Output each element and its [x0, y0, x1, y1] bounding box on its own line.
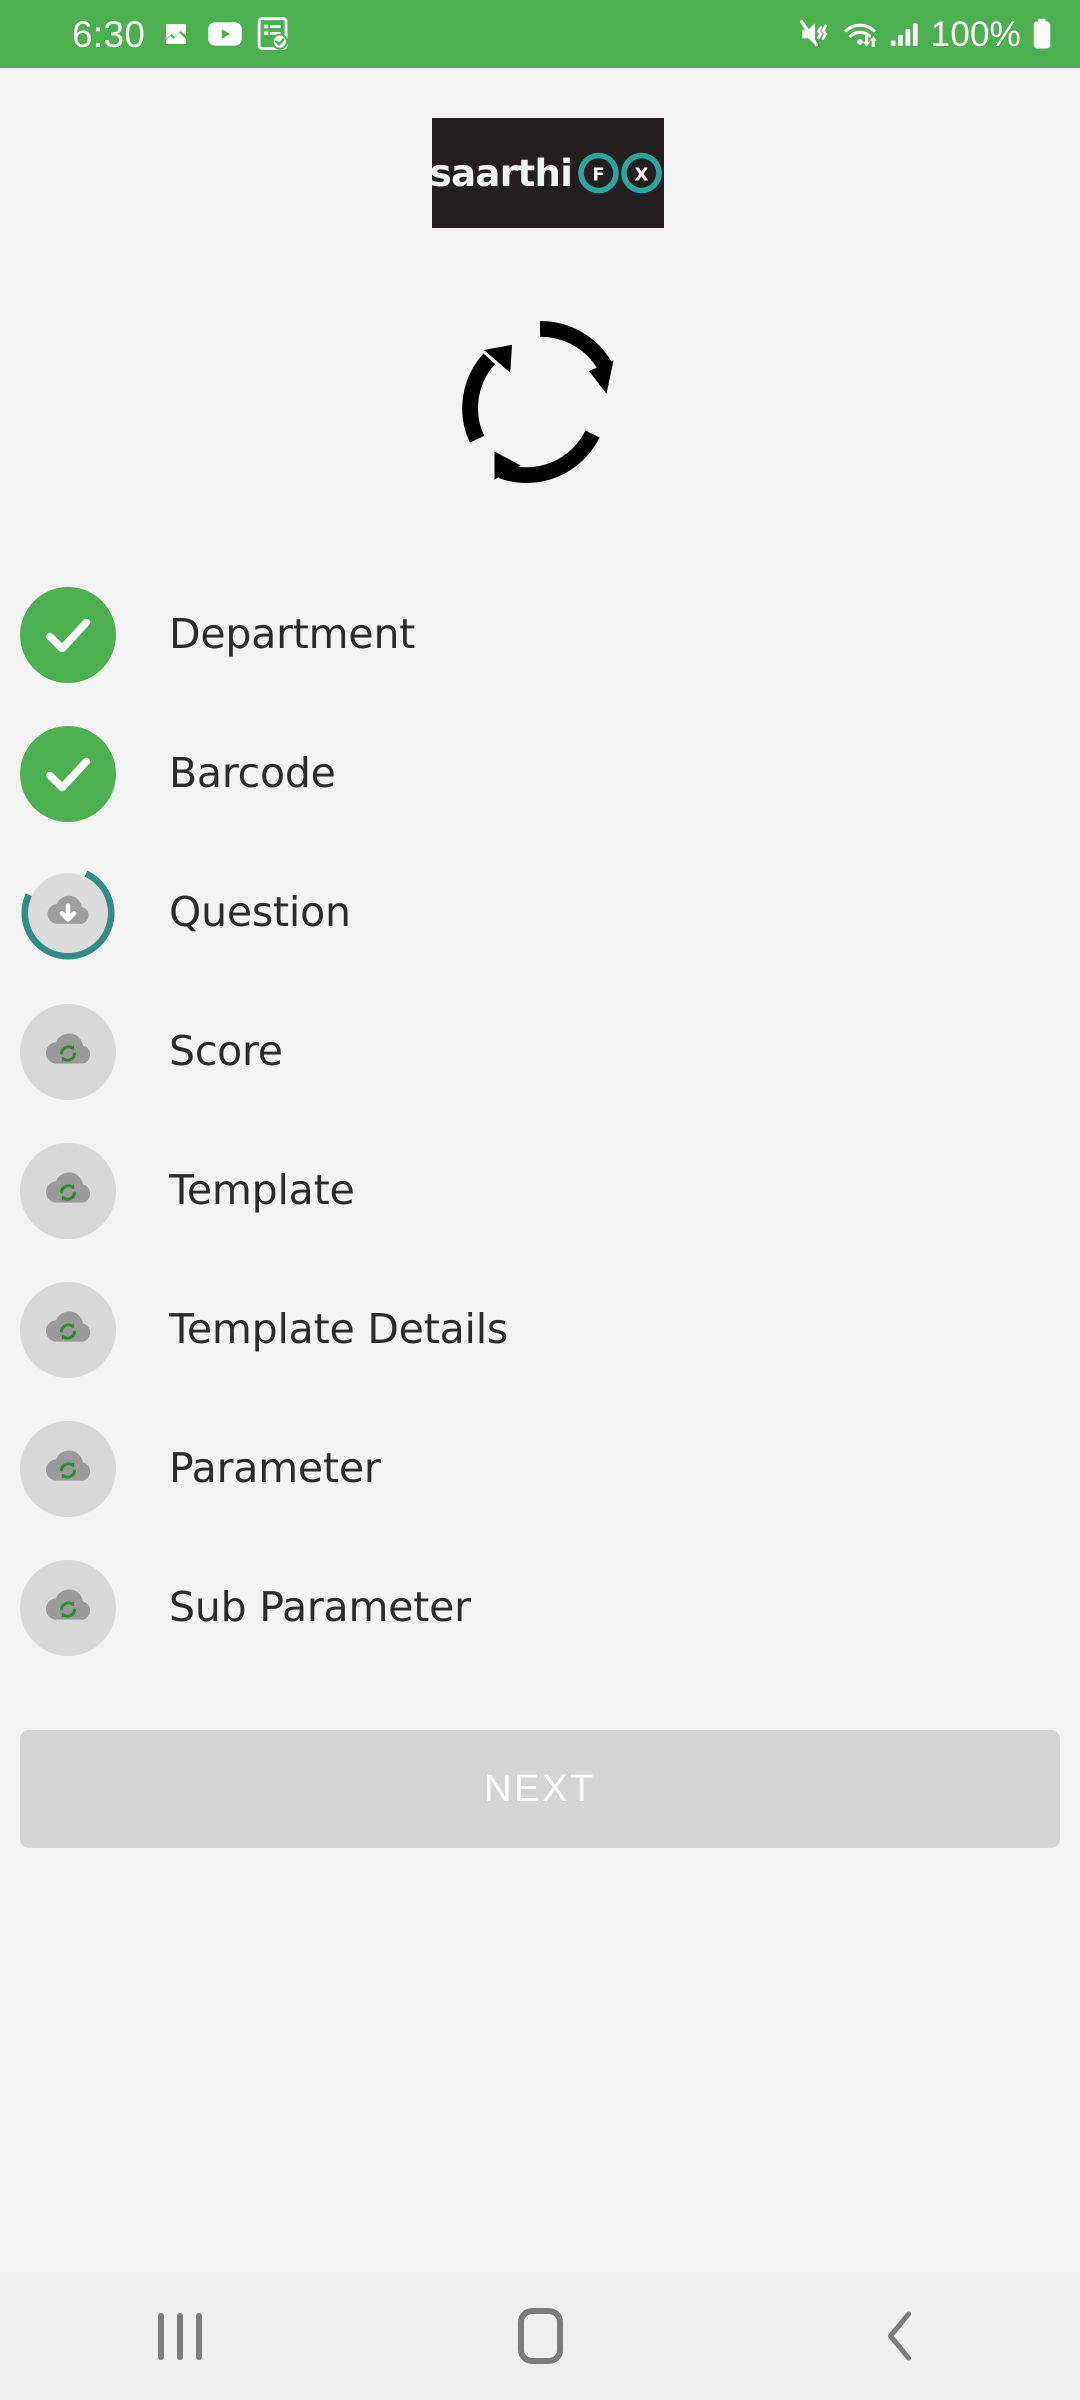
status-bar-right: 100%: [798, 17, 1054, 52]
list-item-label: Template Details: [169, 1305, 509, 1353]
svg-text:F: F: [593, 165, 605, 186]
cloud-sync-icon: [45, 1032, 91, 1064]
app-root: 6:30 100% saarthi F X Department Barcode…: [0, 0, 1080, 2400]
app-logo: saarthi F X: [430, 118, 667, 228]
gallery-icon: [163, 21, 189, 47]
list-item[interactable]: Department: [0, 565, 1080, 704]
status-badge-done: [20, 725, 116, 822]
cloud-sync-icon: [45, 1310, 91, 1342]
list-item-label: Score: [169, 1027, 283, 1075]
next-button[interactable]: NEXT: [20, 1730, 1060, 1848]
infinity-fx-mark-icon: F X: [578, 152, 663, 194]
list-item[interactable]: Parameter: [0, 1399, 1080, 1538]
nav-home-button[interactable]: [450, 2272, 630, 2400]
status-badge-pending: [20, 1281, 116, 1378]
cloud-download-icon: [47, 895, 89, 924]
form-checked-icon: [257, 17, 289, 50]
cloud-sync-icon: [45, 1588, 91, 1620]
sync-circular-arrows-icon: [446, 315, 634, 490]
mute-vibrate-icon: [799, 20, 828, 47]
svg-text:X: X: [635, 165, 649, 186]
list-item[interactable]: Barcode: [0, 704, 1080, 843]
wifi-transfer-icon: [844, 23, 877, 48]
list-item-label: Parameter: [169, 1444, 381, 1492]
list-item[interactable]: Template Details: [0, 1260, 1080, 1399]
list-item-label: Template: [169, 1166, 355, 1214]
status-bar-left: 6:30: [72, 16, 289, 53]
status-bar-clock: 6:30: [72, 13, 146, 55]
list-item-label: Sub Parameter: [169, 1583, 471, 1631]
list-item[interactable]: Template: [0, 1121, 1080, 1260]
list-item[interactable]: Score: [0, 982, 1080, 1121]
progress-badge-inner: [28, 872, 108, 953]
cloud-sync-icon: [45, 1449, 91, 1481]
cloud-sync-icon: [45, 1171, 91, 1203]
status-badge-pending: [20, 1420, 116, 1517]
list-item-label: Barcode: [169, 749, 336, 797]
battery-percent-label: 100%: [930, 14, 1021, 54]
battery-full-icon: [1033, 18, 1051, 49]
status-bar: 6:30 100%: [0, 0, 1080, 68]
system-navigation-bar: [0, 2272, 1080, 2400]
signal-bars-icon: [890, 23, 918, 47]
check-icon: [46, 618, 91, 652]
youtube-icon: [208, 22, 242, 46]
status-badge-pending: [20, 1559, 116, 1656]
chevron-left-icon: [887, 2311, 912, 2361]
list-item-label: Question: [169, 888, 351, 936]
sync-step-list: Department Barcode Question Score Templa…: [0, 565, 1080, 1677]
status-badge-progress: [20, 865, 116, 961]
list-item[interactable]: Sub Parameter: [0, 1538, 1080, 1677]
app-logo-text: saarthi: [429, 151, 573, 195]
list-item-label: Department: [169, 610, 416, 658]
list-item[interactable]: Question: [0, 843, 1080, 982]
status-badge-pending: [20, 1003, 116, 1100]
check-icon: [46, 757, 91, 791]
nav-recents-button[interactable]: [90, 2272, 270, 2400]
status-badge-done: [20, 586, 116, 683]
home-icon: [517, 2308, 563, 2364]
nav-back-button[interactable]: [810, 2272, 990, 2400]
recents-icon: [158, 2312, 202, 2360]
status-badge-pending: [20, 1142, 116, 1239]
app-logo-inner: saarthi F X: [430, 150, 667, 196]
